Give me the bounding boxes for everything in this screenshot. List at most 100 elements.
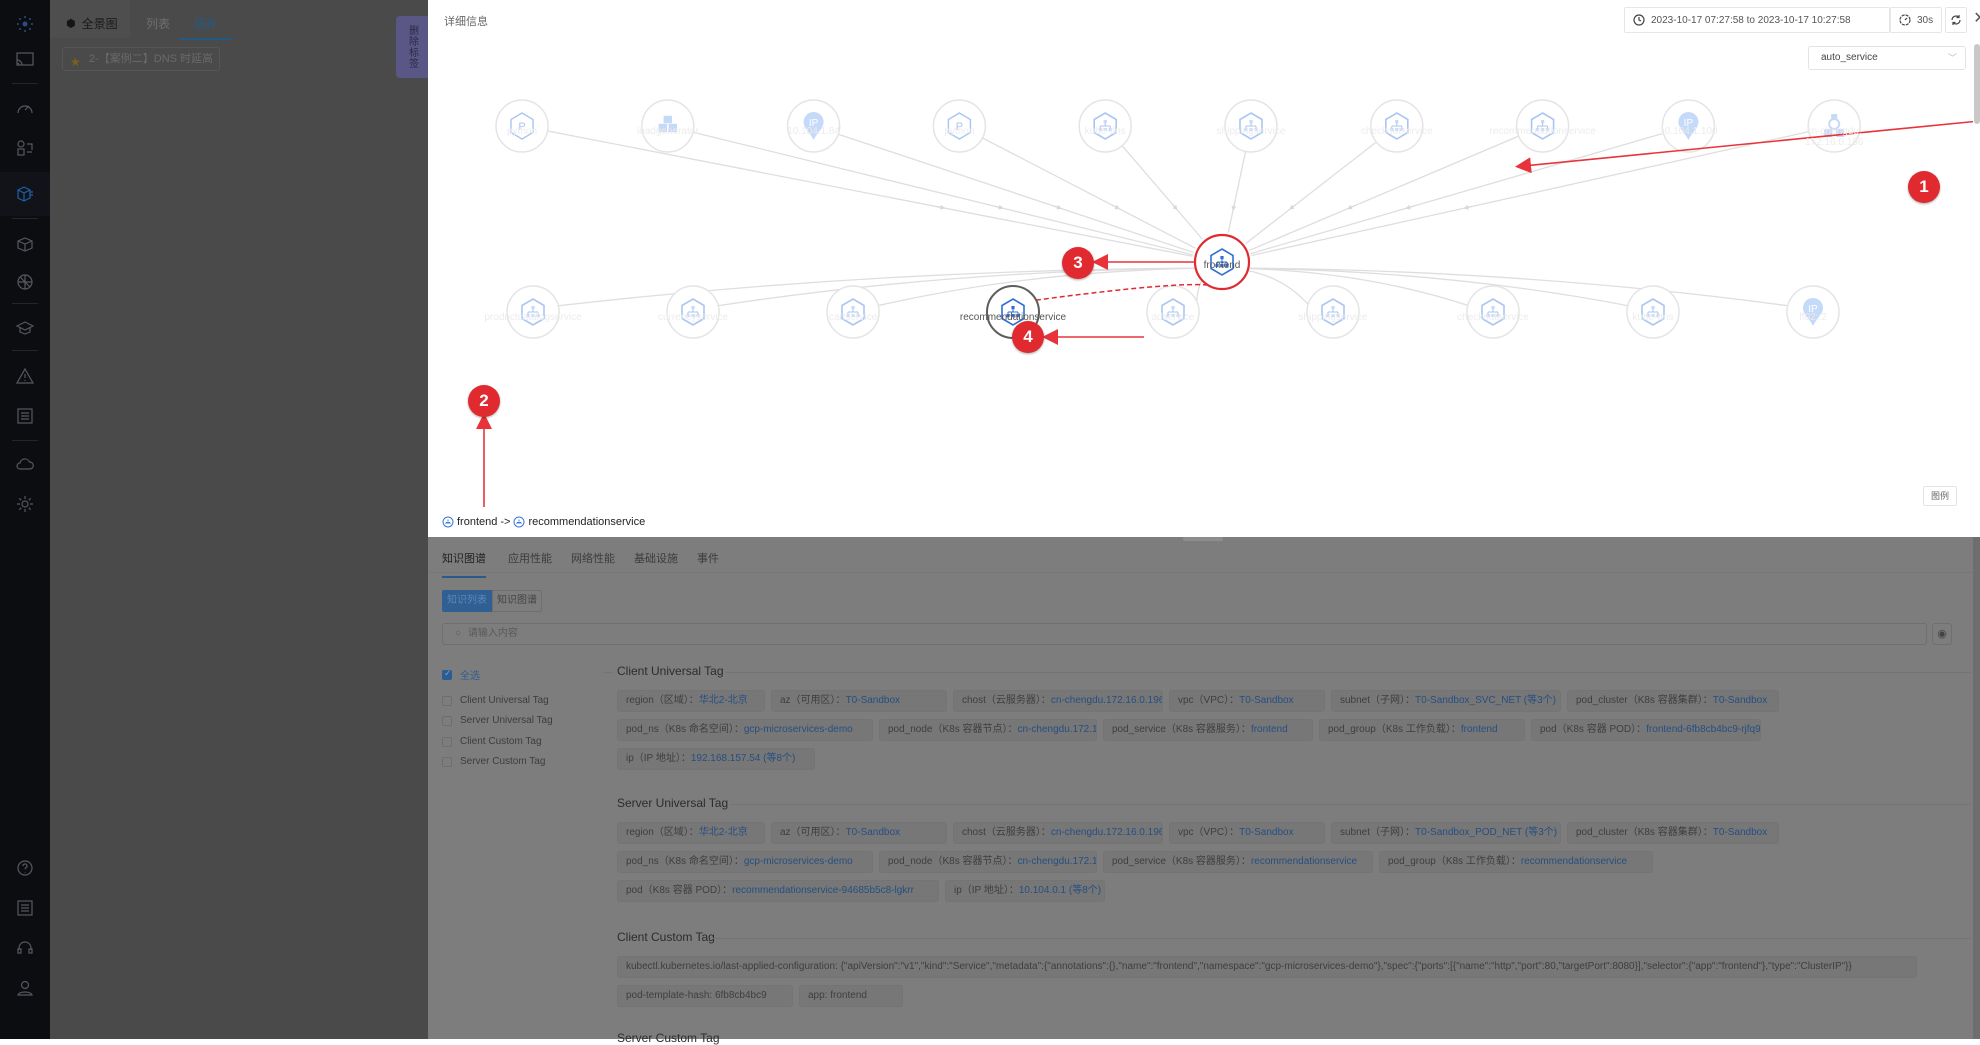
alert-icon[interactable] (13, 364, 37, 388)
package-icon[interactable] (13, 232, 37, 256)
tab-topology[interactable]: 拓扑 (180, 8, 233, 40)
settings-icon[interactable] (13, 492, 37, 516)
panel-scrollbar[interactable] (1973, 537, 1980, 1039)
checkbox[interactable] (442, 736, 452, 747)
list-icon[interactable] (13, 404, 37, 428)
tag-item[interactable]: chost（云服务器）：cn-chengdu.172.16.0.196 (953, 690, 1163, 712)
eye-icon[interactable]: ◉ (1932, 623, 1952, 645)
tag-value[interactable]: T0-Sandbox (1713, 827, 1767, 838)
graph-edge[interactable] (1227, 151, 1247, 233)
time-range-picker[interactable]: 2023-10-17 07:27:58 to 2023-10-17 10:27:… (1624, 7, 1890, 33)
filter-server-custom[interactable]: Server Custom Tag (442, 756, 545, 767)
tag-item[interactable]: region（区域）：华北2-北京 (617, 822, 765, 844)
tag-item[interactable]: kubectl.kubernetes.io/last-applied-confi… (617, 956, 1917, 978)
graph-edge[interactable] (1249, 135, 1519, 251)
help-icon[interactable] (13, 856, 37, 880)
side-badge[interactable]: 删除标签 (396, 16, 428, 78)
tag-value[interactable]: recommendationservice (1521, 856, 1627, 867)
tag-item[interactable]: subnet（子网）：T0-Sandbox_POD_NET (等3个) (1331, 822, 1561, 844)
headset-icon[interactable] (13, 936, 37, 960)
graph-edge[interactable] (556, 267, 1223, 307)
tag-item[interactable]: pod_node（K8s 容器节点）：cn-chengdu.172.16.0.1… (879, 719, 1097, 741)
tag-value[interactable]: 华北2-北京 (699, 827, 748, 838)
tag-value[interactable]: cn-chengdu.172.16.0.196 (1051, 695, 1162, 706)
close-icon[interactable]: ✕ (1971, 9, 1980, 29)
tag-item[interactable]: pod_cluster（K8s 容器集群）：T0-Sandbox (1567, 690, 1779, 712)
tag-item[interactable]: az（可用区）：T0-Sandbox (771, 690, 947, 712)
path-to[interactable]: recommendationservice (528, 516, 645, 528)
tag-item[interactable]: ip（IP 地址）：192.168.157.54 (等8个) (617, 748, 815, 770)
graduation-icon[interactable] (13, 316, 37, 340)
tag-value[interactable]: gcp-microservices-demo (744, 856, 853, 867)
filter-client-universal[interactable]: Client Universal Tag (442, 695, 549, 706)
tag-value[interactable]: cn-chengdu.172.16.0.196 (1051, 827, 1162, 838)
tag-item[interactable]: pod_ns（K8s 命名空间）：gcp-microservices-demo (617, 851, 873, 873)
tag-item[interactable]: vpc（VPC）：T0-Sandbox (1169, 822, 1325, 844)
cube-network-icon[interactable] (13, 182, 37, 206)
tag-item[interactable]: app: frontend (799, 985, 903, 1007)
graph-scrollbar[interactable] (1974, 44, 1980, 124)
tab-infrastructure[interactable]: 基础设施 (634, 550, 678, 566)
tag-value[interactable]: T0-Sandbox_POD_NET (等3个) (1415, 827, 1557, 838)
tag-item[interactable]: az（可用区）：T0-Sandbox (771, 822, 947, 844)
graph-edge[interactable] (838, 133, 1194, 254)
tag-value[interactable]: cn-chengdu.172.16.0.196 (1018, 724, 1096, 735)
doc-list-icon[interactable] (13, 896, 37, 920)
segment-knowledge-list[interactable]: 知识列表 (442, 590, 492, 612)
logo-icon[interactable] (13, 12, 37, 36)
tag-value[interactable]: T0-Sandbox (846, 827, 900, 838)
checkbox[interactable] (442, 756, 452, 767)
legend-button[interactable]: 图例 (1923, 486, 1957, 506)
tag-value[interactable]: recommendationservice-94685b5c8-lgkrr (732, 885, 914, 896)
checkbox[interactable] (442, 668, 452, 680)
tag-value[interactable]: 10.104.0.1 (等8个) (1019, 885, 1101, 896)
tag-value[interactable]: T0-Sandbox (1239, 695, 1293, 706)
tag-value[interactable]: 华北2-北京 (699, 695, 748, 706)
tab-knowledge-graph[interactable]: 知识图谱 (442, 550, 486, 578)
filter-server-universal[interactable]: Server Universal Tag (442, 715, 553, 726)
tab-panorama[interactable]: ⬢ 全景图 (66, 8, 118, 40)
checkbox[interactable] (442, 715, 452, 726)
tag-value[interactable]: frontend (1461, 724, 1498, 735)
tag-item[interactable]: subnet（子网）：T0-Sandbox_SVC_NET (等3个) (1331, 690, 1561, 712)
graph-edge[interactable] (1245, 141, 1377, 245)
tag-item[interactable]: ip（IP 地址）：10.104.0.1 (等8个) (945, 880, 1105, 902)
tab-network-performance[interactable]: 网络性能 (571, 550, 615, 566)
cloud-icon[interactable] (13, 452, 37, 476)
graph-edge[interactable] (692, 131, 1194, 256)
tag-item[interactable]: pod_group（K8s 工作负载）：recommendationservic… (1379, 851, 1653, 873)
dashboard-gauge-icon[interactable] (13, 96, 37, 120)
graph-edge[interactable] (1251, 131, 1809, 257)
tag-item[interactable]: pod_service（K8s 容器服务）：recommendationserv… (1103, 851, 1373, 873)
tag-item[interactable]: pod_ns（K8s 命名空间）：gcp-microservices-demo (617, 719, 873, 741)
graph-edge[interactable] (1250, 132, 1664, 255)
globe-grid-icon[interactable] (13, 270, 37, 294)
tag-value[interactable]: T0-Sandbox (1713, 695, 1767, 706)
path-from[interactable]: frontend (457, 516, 497, 528)
tag-value[interactable]: recommendationservice (1251, 856, 1357, 867)
segment-knowledge-graph[interactable]: 知识图谱 (492, 590, 542, 612)
filter-client-custom[interactable]: Client Custom Tag (442, 736, 542, 747)
tag-value[interactable]: T0-Sandbox (846, 695, 900, 706)
graph-edge[interactable] (1121, 145, 1203, 240)
tag-item[interactable]: pod_service（K8s 容器服务）：frontend (1103, 719, 1313, 741)
user-icon[interactable] (13, 976, 37, 1000)
tag-item[interactable]: pod_cluster（K8s 容器集群）：T0-Sandbox (1567, 822, 1779, 844)
tag-item[interactable]: chost（云服务器）：cn-chengdu.172.16.0.196 (953, 822, 1163, 844)
tag-item[interactable]: vpc（VPC）：T0-Sandbox (1169, 690, 1325, 712)
search-input[interactable]: ○ 请输入内容 (442, 623, 1927, 645)
screencast-icon[interactable] (13, 47, 37, 71)
tag-item[interactable]: pod_node（K8s 容器节点）：cn-chengdu.172.16.0.1… (879, 851, 1097, 873)
tag-value[interactable]: gcp-microservices-demo (744, 724, 853, 735)
refresh-button[interactable] (1945, 7, 1967, 33)
tag-value[interactable]: T0-Sandbox (1239, 827, 1293, 838)
refresh-interval-select[interactable]: 30s (1890, 7, 1942, 33)
tag-item[interactable]: pod（K8s 容器 POD）：frontend-6fb8cb4bc9-rjfq… (1531, 719, 1761, 741)
tab-list[interactable]: 列表 (146, 8, 170, 40)
tag-value[interactable]: frontend (1251, 724, 1288, 735)
tab-app-performance[interactable]: 应用性能 (508, 550, 552, 566)
tag-item[interactable]: pod-template-hash: 6fb8cb4bc9 (617, 985, 793, 1007)
tag-value[interactable]: 192.168.157.54 (等8个) (691, 753, 796, 764)
tag-item[interactable]: pod（K8s 容器 POD）：recommendationservice-94… (617, 880, 939, 902)
app-switch-icon[interactable] (13, 136, 37, 160)
